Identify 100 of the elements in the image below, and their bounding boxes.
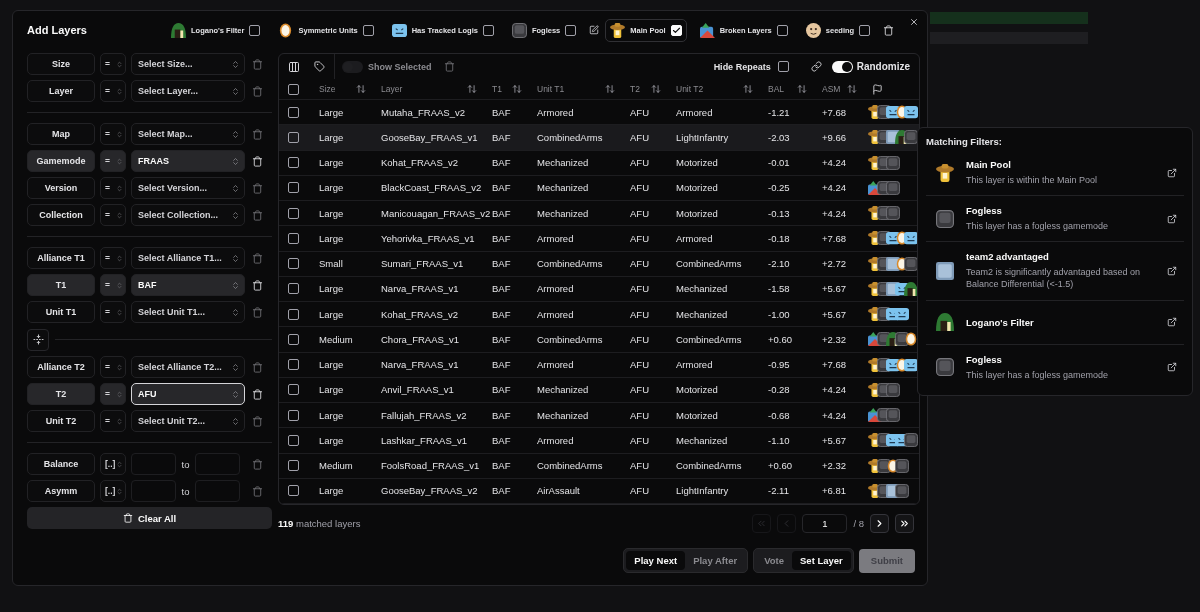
operator-select[interactable]: = (100, 410, 126, 432)
value-select[interactable]: Select Unit T1... (131, 301, 245, 323)
operator-select[interactable]: = (100, 150, 126, 172)
table-row[interactable]: Large Lashkar_FRAAS_v1 BAF Armored AFU Mechanized -1.10 +5.67 (279, 428, 919, 454)
sort-icon[interactable] (651, 84, 661, 94)
checkbox[interactable] (288, 207, 299, 219)
checkbox[interactable] (288, 283, 299, 295)
table-row[interactable]: Small Sumari_FRAAS_v1 BAF CombinedArms AFU CombinedArms -2.10 +2.72 (279, 251, 919, 277)
field-button[interactable]: Gamemode (27, 150, 95, 172)
value-select[interactable]: Select Map... (131, 123, 245, 145)
last-page-button[interactable] (895, 514, 914, 533)
open-link-button[interactable] (1166, 167, 1178, 178)
checkbox[interactable] (288, 182, 299, 194)
link-button[interactable] (810, 61, 822, 72)
checkbox[interactable] (288, 384, 299, 396)
operator-select[interactable]: = (100, 204, 126, 226)
column-header[interactable]: Unit T2 (676, 84, 704, 94)
column-header[interactable]: T2 (630, 84, 640, 94)
open-link-button[interactable] (1166, 213, 1178, 224)
segment-option[interactable]: Vote (756, 551, 792, 570)
field-button[interactable]: Size (27, 53, 95, 75)
operator-select[interactable]: [..] (100, 453, 126, 475)
checkbox[interactable] (288, 434, 299, 446)
sort-icon[interactable] (467, 84, 477, 94)
open-link-button[interactable] (1166, 362, 1178, 373)
column-header[interactable]: BAL (768, 84, 785, 94)
close-button[interactable] (909, 17, 919, 27)
delete-button[interactable] (252, 279, 263, 291)
field-button[interactable]: Unit T2 (27, 410, 95, 432)
table-row[interactable]: Large Kohat_FRAAS_v2 BAF Armored AFU Mechanized -1.00 +5.67 (279, 302, 919, 328)
collapse-button[interactable] (27, 328, 49, 351)
operator-select[interactable]: = (100, 123, 126, 145)
table-row[interactable]: Large Fallujah_FRAAS_v2 BAF Mechanized AFU Motorized -0.68 +4.24 (279, 403, 919, 429)
value-select[interactable]: Select Alliance T2... (131, 356, 245, 378)
field-button[interactable]: T2 (27, 383, 95, 405)
column-header[interactable]: ASM (822, 84, 841, 94)
delete-button[interactable] (883, 24, 895, 36)
table-row[interactable]: Large Narva_FRAAS_v1 BAF Armored AFU Armored -0.95 +7.68 (279, 352, 919, 378)
sort-icon[interactable] (847, 84, 857, 94)
checkbox[interactable] (288, 131, 299, 143)
field-button[interactable]: Version (27, 177, 95, 199)
field-button[interactable]: T1 (27, 274, 95, 296)
checkbox[interactable] (288, 485, 299, 497)
checkbox[interactable] (288, 157, 299, 169)
segment-option[interactable]: Play After (685, 551, 746, 570)
checkbox[interactable] (288, 83, 299, 95)
table-row[interactable]: Large BlackCoast_FRAAS_v2 BAF Mechanized AFU Motorized -0.25 +4.24 (279, 175, 919, 201)
sort-icon[interactable] (512, 84, 522, 94)
value-select[interactable]: AFU (131, 383, 245, 405)
table-row[interactable]: Medium FoolsRoad_FRAAS_v1 BAF CombinedArms AFU CombinedArms +0.60 +2.32 (279, 453, 919, 479)
table-row[interactable]: Large Manicouagan_FRAAS_v2 BAF Mechanized AFU Motorized -0.13 +4.24 (279, 201, 919, 227)
checkbox[interactable] (288, 106, 299, 118)
operator-select[interactable]: [..] (100, 480, 126, 502)
value-select[interactable]: Select Collection... (131, 204, 245, 226)
edit-button[interactable] (589, 25, 600, 35)
field-button[interactable]: Balance (27, 453, 95, 475)
checkbox[interactable] (288, 333, 299, 345)
operator-select[interactable]: = (100, 177, 126, 199)
checkbox[interactable] (288, 258, 299, 270)
column-header[interactable]: Unit T1 (537, 84, 565, 94)
table-row[interactable]: Medium Chora_FRAAS_v1 BAF CombinedArms AFU CombinedArms +0.60 +2.32 (279, 327, 919, 353)
column-header[interactable]: Size (319, 84, 336, 94)
tag-button[interactable] (314, 61, 325, 72)
table-row[interactable]: Large Narva_FRAAS_v1 BAF Armored AFU Mechanized -1.58 +5.67 (279, 276, 919, 302)
value-select[interactable]: Select Size... (131, 53, 245, 75)
segment-option[interactable]: Play Next (626, 551, 686, 570)
value-select[interactable]: Select Layer... (131, 80, 245, 102)
sort-icon[interactable] (356, 84, 366, 94)
operator-select[interactable]: = (100, 383, 126, 405)
column-header[interactable]: T1 (492, 84, 502, 94)
table-row[interactable]: Large Anvil_FRAAS_v1 BAF Mechanized AFU Motorized -0.28 +4.24 (279, 377, 919, 403)
field-button[interactable]: Map (27, 123, 95, 145)
field-button[interactable]: Alliance T1 (27, 247, 95, 269)
field-button[interactable]: Asymm (27, 480, 95, 502)
field-button[interactable]: Layer (27, 80, 95, 102)
checkbox[interactable] (362, 24, 374, 36)
checkbox[interactable] (288, 460, 299, 472)
field-button[interactable]: Collection (27, 204, 95, 226)
field-button[interactable]: Unit T1 (27, 301, 95, 323)
open-link-button[interactable] (1166, 265, 1178, 276)
delete-button[interactable] (252, 388, 263, 400)
operator-select[interactable]: = (100, 356, 126, 378)
clear-all-button[interactable]: Clear All (27, 507, 272, 529)
checkbox[interactable] (288, 359, 299, 371)
field-button[interactable]: Alliance T2 (27, 356, 95, 378)
checkbox[interactable] (288, 409, 299, 421)
open-link-button[interactable] (1166, 317, 1178, 328)
segment-option[interactable]: Set Layer (792, 551, 851, 570)
operator-select[interactable]: = (100, 247, 126, 269)
checkbox[interactable] (482, 24, 494, 36)
sort-icon[interactable] (605, 84, 615, 94)
operator-select[interactable]: = (100, 53, 126, 75)
operator-select[interactable]: = (100, 274, 126, 296)
columns-button[interactable] (288, 60, 300, 73)
sort-icon[interactable] (797, 84, 807, 94)
checkbox[interactable] (249, 24, 261, 36)
checkbox[interactable] (859, 24, 871, 36)
sort-icon[interactable] (743, 84, 753, 94)
checkbox[interactable] (565, 24, 577, 36)
value-select[interactable]: FRAAS (131, 150, 245, 172)
